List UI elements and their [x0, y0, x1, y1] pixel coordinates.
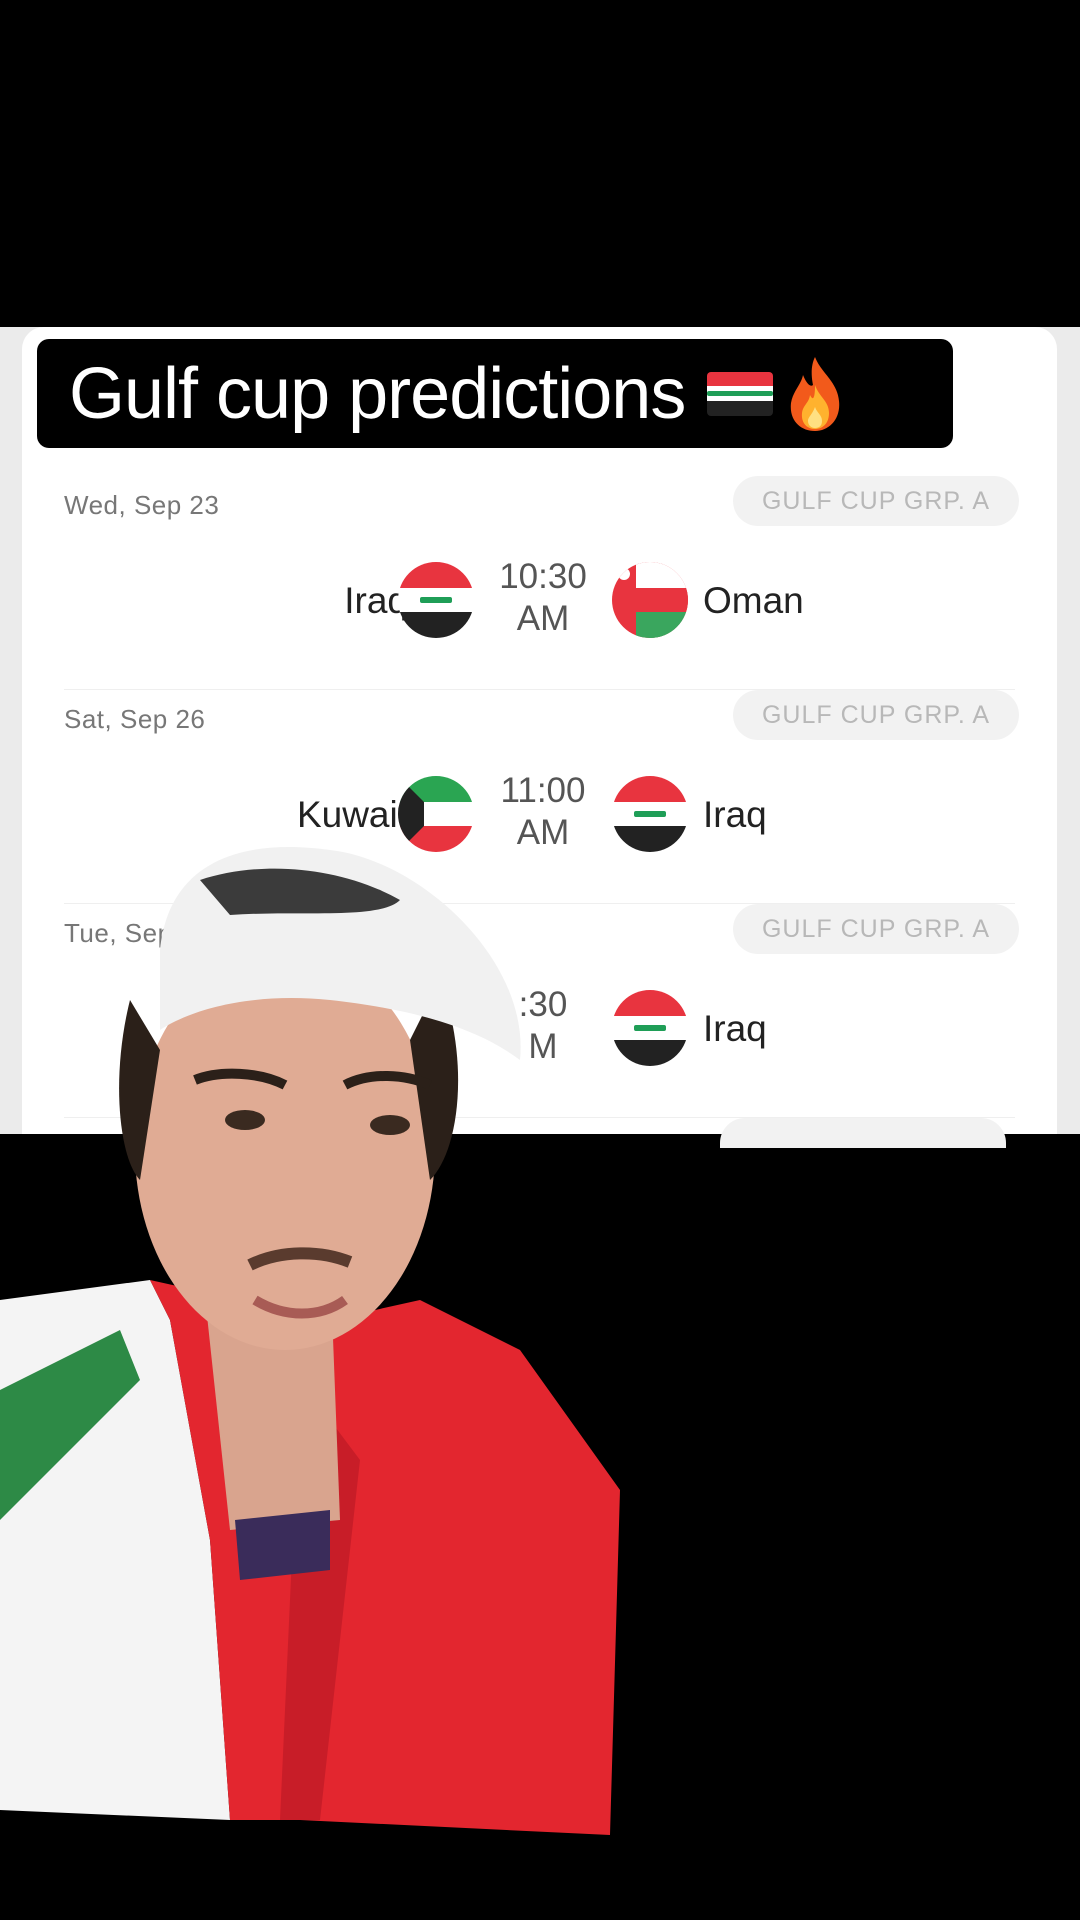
competition-badge: GULF CUP GRP. A	[733, 904, 1019, 954]
match-row[interactable]: Sat, Sep 26 GULF CUP GRP. A Kuwait 11:00…	[22, 690, 1057, 904]
away-team: Iraq	[703, 1008, 767, 1049]
oman-flag-icon	[612, 562, 688, 638]
kuwait-flag-icon	[398, 776, 474, 852]
away-team: Oman	[703, 580, 804, 621]
kickoff-ampm: AM	[516, 813, 570, 852]
competition-badge: GULF CUP GRP. A	[733, 690, 1019, 740]
kickoff-ampm: AM	[516, 599, 570, 638]
kickoff-hour: 11:00	[500, 771, 586, 810]
kickoff-time: 11:00 AM	[480, 770, 606, 854]
home-team: Kuwait	[296, 794, 408, 835]
caption-emoji	[707, 355, 845, 433]
fire-icon	[791, 356, 840, 431]
video-caption: Gulf cup predictions	[37, 339, 953, 448]
iraq-flag-icon	[398, 562, 474, 638]
match-date: Tue, Sep	[64, 918, 173, 948]
match-date: Wed, Sep 23	[64, 490, 220, 520]
caption-text: Gulf cup predictions	[69, 353, 686, 434]
kickoff-ampm: M	[528, 1027, 558, 1066]
iraq-flag-icon	[612, 776, 688, 852]
competition-badge: GULF CUP GRP. A	[733, 476, 1019, 526]
match-date: Sat, Sep 26	[64, 704, 206, 734]
kickoff-hour: :30	[518, 985, 568, 1024]
iraq-flag-icon	[612, 990, 688, 1066]
kickoff-time: :30 M	[480, 984, 606, 1068]
competition-badge-peek	[720, 1118, 1006, 1148]
iraq-flag-icon	[707, 371, 774, 416]
away-team: Iraq	[703, 794, 767, 835]
kickoff-time: 10:30 AM	[480, 556, 606, 640]
match-row[interactable]: Tue, Sep GULF CUP GRP. A :30 M Iraq	[22, 904, 1057, 1118]
kickoff-hour: 10:30	[499, 557, 587, 596]
match-row[interactable]: Wed, Sep 23 GULF CUP GRP. A Iraq 10:30 A…	[22, 476, 1057, 690]
